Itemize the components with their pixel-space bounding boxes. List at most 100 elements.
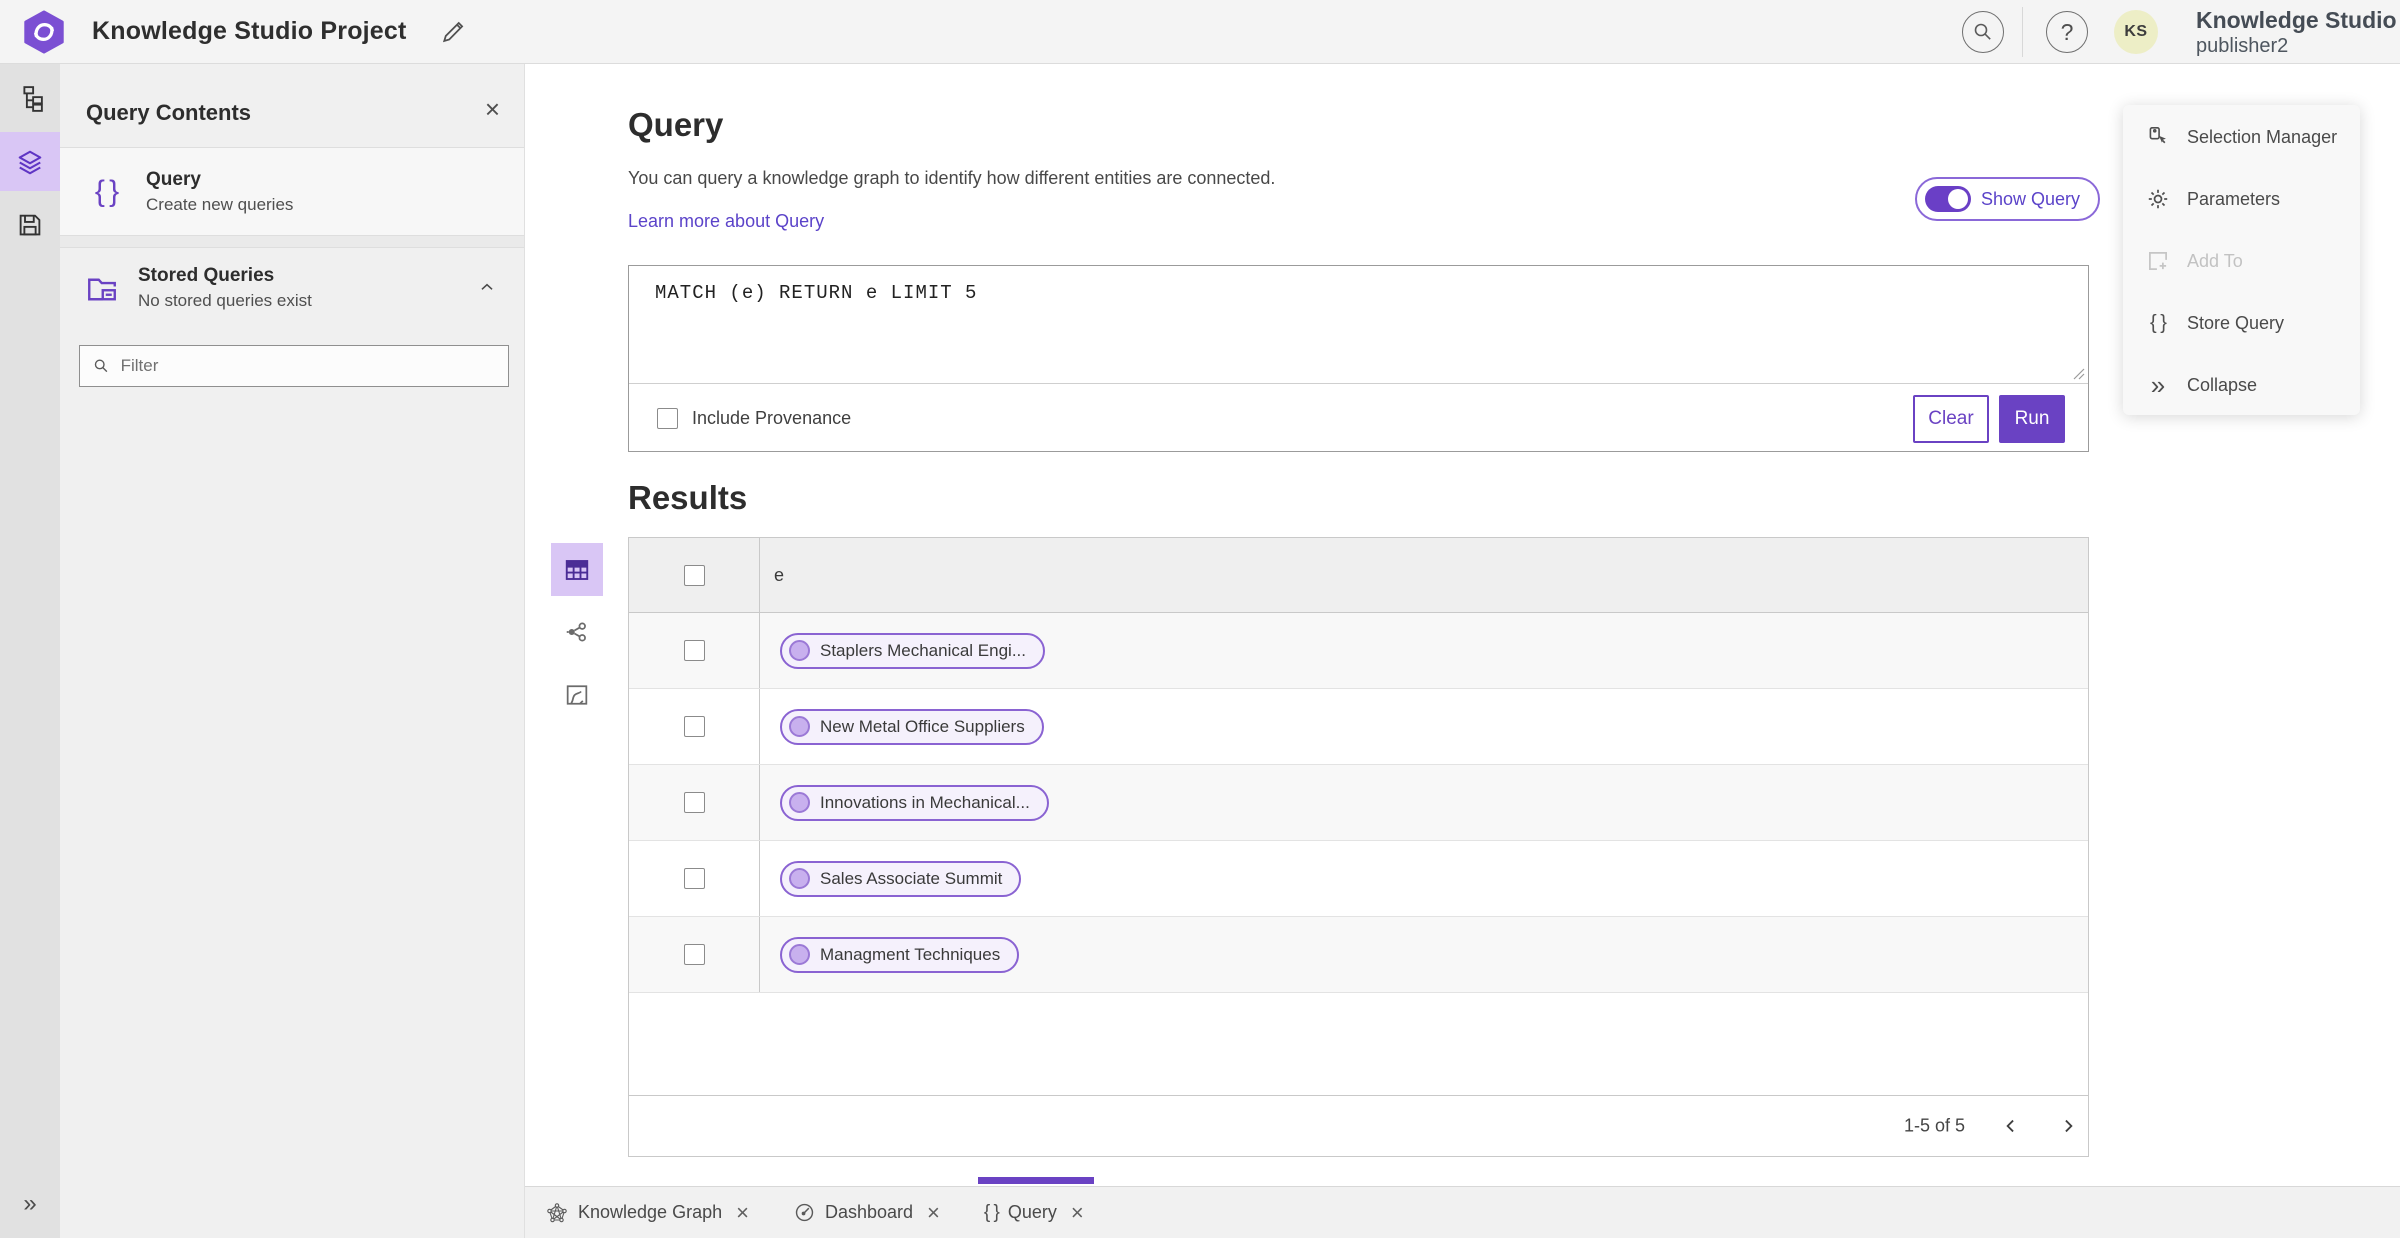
- query-description: You can query a knowledge graph to ident…: [628, 168, 1276, 188]
- user-menu[interactable]: Knowledge Studio publisher2: [2196, 7, 2397, 58]
- menu-item-store-query[interactable]: { } Store Query: [2123, 292, 2360, 354]
- menu-item-parameters[interactable]: Parameters: [2123, 168, 2360, 230]
- entity-dot-icon: [789, 640, 810, 661]
- query-input[interactable]: MATCH (e) RETURN e LIMIT 5: [629, 266, 2088, 383]
- row-checkbox[interactable]: [683, 640, 705, 661]
- entity-pill[interactable]: Innovations in Mechanical...: [780, 784, 1049, 821]
- view-table-button[interactable]: [551, 543, 603, 596]
- knowledge-graph-icon: [547, 1202, 567, 1222]
- entity-dot-icon: [789, 868, 810, 889]
- results-heading: Results: [628, 479, 748, 516]
- map-view-icon: [566, 685, 588, 705]
- query-actions-menu: Selection Manager Parameters Add To { } …: [2123, 105, 2360, 415]
- select-all-checkbox[interactable]: [683, 564, 705, 586]
- stored-queries-folder-icon: [88, 278, 116, 300]
- dashboard-icon: [795, 1203, 814, 1222]
- entity-dot-icon: [789, 944, 810, 965]
- active-tab-indicator: [977, 1177, 1094, 1184]
- resize-handle-icon[interactable]: [2073, 368, 2085, 380]
- sidebar-item-query[interactable]: { } Query Create new queries: [60, 148, 524, 236]
- header-checkbox-cell: [629, 538, 760, 612]
- learn-more-link[interactable]: Learn more about Query: [628, 211, 824, 232]
- row-checkbox[interactable]: [683, 944, 705, 965]
- edit-title-icon[interactable]: [438, 17, 468, 47]
- clear-button[interactable]: Clear: [1913, 395, 1989, 443]
- query-item-subtitle: Create new queries: [146, 194, 294, 214]
- bottom-tab-bar: Knowledge Graph × Dashboard × { } Query …: [525, 1177, 2400, 1238]
- row-checkbox[interactable]: [683, 716, 705, 737]
- table-row: Managment Techniques: [629, 917, 2088, 993]
- table-row: Staplers Mechanical Engi...: [629, 613, 2088, 689]
- entity-dot-icon: [789, 792, 810, 813]
- search-icon: [94, 359, 108, 373]
- help-button[interactable]: ?: [2046, 11, 2088, 53]
- braces-icon: { }: [983, 1201, 1000, 1223]
- query-text-area: MATCH (e) RETURN e LIMIT 5: [629, 266, 2088, 384]
- run-button[interactable]: Run: [1999, 395, 2065, 443]
- user-name: publisher2: [2196, 35, 2289, 58]
- query-item-title: Query: [146, 168, 201, 190]
- menu-item-selection-manager[interactable]: Selection Manager: [2123, 106, 2360, 168]
- menu-item-add-to: Add To: [2123, 230, 2360, 292]
- filter-input[interactable]: [120, 356, 496, 376]
- data-model-icon: [23, 86, 43, 112]
- view-map-button[interactable]: [551, 669, 603, 721]
- filter-field: [79, 345, 509, 387]
- app-logo-icon[interactable]: [22, 10, 66, 54]
- query-contents-panel: Query Contents × { } Query Create new qu…: [60, 64, 525, 1238]
- add-to-icon: [2149, 252, 2167, 270]
- expand-rail-button[interactable]: »: [0, 1184, 60, 1224]
- row-checkbox[interactable]: [683, 792, 705, 813]
- stored-queries-subtitle: No stored queries exist: [138, 290, 312, 310]
- close-tab-icon[interactable]: ×: [927, 1201, 940, 1224]
- rail-item-save[interactable]: [0, 196, 60, 254]
- avatar[interactable]: KS: [2114, 10, 2158, 54]
- org-name: Knowledge Studio: [2196, 7, 2397, 33]
- toggle-knob: [1948, 189, 1968, 209]
- entity-dot-icon: [789, 716, 810, 737]
- pagination-next-button[interactable]: [2046, 1104, 2090, 1148]
- rail-item-data-model[interactable]: [0, 70, 60, 128]
- braces-icon: { }: [2150, 311, 2167, 334]
- top-bar: Knowledge Studio Project ? KS Knowledge …: [0, 0, 2400, 64]
- results-table: e Staplers Mechanical Engi... New Metal …: [628, 537, 2089, 1157]
- panel-title: Query Contents: [86, 100, 252, 125]
- tab-label: Query: [1007, 1202, 1057, 1222]
- tab-dashboard[interactable]: Dashboard ×: [793, 1187, 940, 1238]
- entity-pill[interactable]: Sales Associate Summit: [780, 860, 1022, 897]
- table-footer: 1-5 of 5: [629, 1095, 2088, 1156]
- column-header-e: e: [774, 564, 785, 585]
- table-view-icon: [565, 559, 589, 580]
- tab-label: Knowledge Graph: [578, 1202, 723, 1222]
- pagination-prev-button[interactable]: [1989, 1104, 2033, 1148]
- tab-knowledge-graph[interactable]: Knowledge Graph ×: [545, 1187, 749, 1238]
- include-provenance-label: Include Provenance: [692, 407, 852, 428]
- entity-pill[interactable]: Staplers Mechanical Engi...: [780, 632, 1045, 669]
- entity-pill[interactable]: New Metal Office Suppliers: [780, 708, 1044, 745]
- topbar-divider: [2022, 7, 2023, 57]
- menu-item-collapse[interactable]: » Collapse: [2123, 354, 2360, 416]
- show-query-label: Show Query: [1981, 188, 2081, 209]
- stored-queries-section[interactable]: Stored Queries No stored queries exist: [60, 248, 524, 327]
- view-link-chart-button[interactable]: [551, 606, 603, 658]
- table-header-row: e: [629, 538, 2088, 613]
- panel-close-icon[interactable]: ×: [485, 96, 500, 122]
- toggle-switch[interactable]: [1925, 186, 1971, 212]
- rail-item-contents[interactable]: [0, 132, 60, 191]
- query-editor: MATCH (e) RETURN e LIMIT 5 Include Prove…: [628, 265, 2089, 452]
- selection-manager-icon: [2149, 126, 2166, 144]
- close-tab-icon[interactable]: ×: [1071, 1201, 1084, 1224]
- include-provenance-checkbox[interactable]: [657, 407, 678, 429]
- chevron-left-icon: [2006, 1119, 2014, 1133]
- close-tab-icon[interactable]: ×: [736, 1201, 749, 1224]
- left-rail: »: [0, 64, 60, 1238]
- show-query-toggle[interactable]: Show Query: [1915, 177, 2101, 221]
- search-button[interactable]: [1962, 11, 2004, 53]
- tab-query[interactable]: { } Query ×: [977, 1177, 1094, 1238]
- entity-pill[interactable]: Managment Techniques: [780, 936, 1020, 973]
- double-chevron-icon: »: [23, 1190, 37, 1217]
- collapse-section-icon[interactable]: [476, 276, 498, 298]
- layers-icon: [18, 150, 42, 174]
- row-checkbox[interactable]: [683, 868, 705, 889]
- save-icon: [19, 214, 41, 236]
